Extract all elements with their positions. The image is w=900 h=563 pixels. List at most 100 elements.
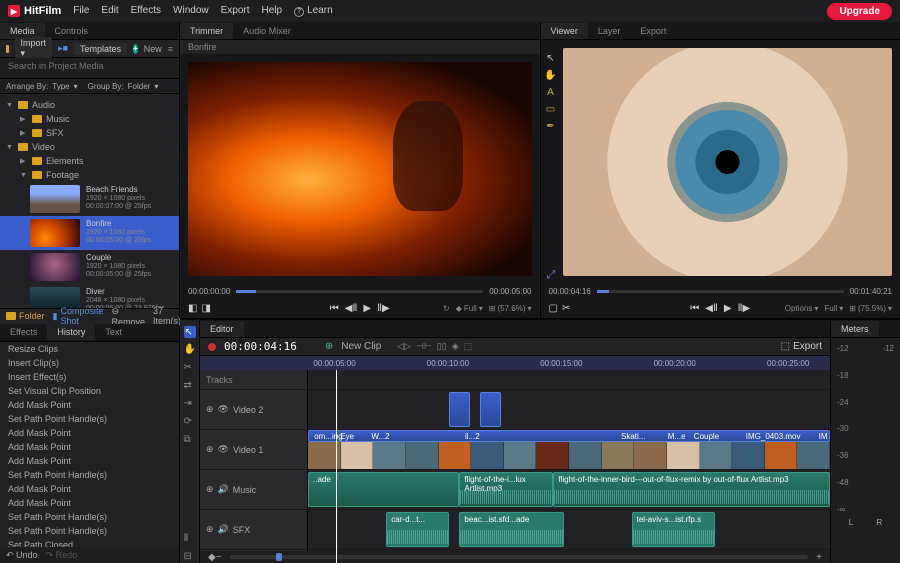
tab-audiomixer[interactable]: Audio Mixer	[233, 23, 301, 39]
in-point-icon[interactable]: ◧	[188, 303, 197, 314]
history-item[interactable]: Set Path Point Handle(s)	[0, 412, 179, 426]
tab-export-viewer[interactable]: Export	[630, 23, 676, 39]
trimmer-preview[interactable]	[188, 62, 532, 276]
redo-button[interactable]: ↷ Redo	[46, 550, 78, 561]
hand-tool-icon[interactable]: ✋	[184, 344, 196, 356]
group-value[interactable]: Folder	[128, 82, 151, 91]
tree-footage[interactable]: ▼Footage	[0, 168, 179, 182]
menu-learn[interactable]: ?Learn	[294, 5, 333, 17]
out-point-icon[interactable]: ◨	[201, 303, 210, 314]
text-tool-icon[interactable]: A	[545, 86, 557, 98]
new-button[interactable]: New	[144, 44, 162, 54]
add-icon[interactable]: ⊕	[325, 341, 333, 352]
options-dropdown[interactable]: Options ▾	[785, 304, 819, 313]
zoom-slider[interactable]	[230, 555, 809, 559]
tree-sfx[interactable]: ▶SFX	[0, 126, 179, 140]
play-button[interactable]: ▶	[724, 303, 732, 314]
tool-icon[interactable]: ◈	[452, 341, 459, 352]
tab-viewer[interactable]: Viewer	[541, 23, 588, 39]
hand-tool-icon[interactable]: ✋	[545, 69, 557, 81]
tool-icon[interactable]: ⊣⊢	[416, 341, 432, 352]
search-input[interactable]	[8, 61, 171, 71]
menu-effects[interactable]: Effects	[131, 5, 161, 17]
step-back-button[interactable]: ◀Ⅱ	[705, 303, 718, 314]
menu-window[interactable]: Window	[173, 5, 209, 17]
zoom-dropdown[interactable]: ⊞ (75.5%) ▾	[849, 304, 892, 313]
timeline-sfx-clip[interactable]: beac...ist.sfd...ade	[459, 512, 563, 547]
timeline-clip[interactable]	[449, 392, 470, 427]
track-video2[interactable]: ⊕👁Video 2	[200, 390, 830, 430]
tab-trimmer[interactable]: Trimmer	[180, 23, 233, 39]
tab-editor[interactable]: Editor	[200, 321, 244, 337]
snap-tool-icon[interactable]: ⧉	[184, 434, 196, 446]
history-item[interactable]: Set Path Closed	[0, 538, 179, 548]
history-item[interactable]: Add Mask Point	[0, 426, 179, 440]
tree-video[interactable]: ▼Video	[0, 140, 179, 154]
tool-icon[interactable]: ◁▷	[397, 341, 411, 352]
timeline-sfx-clip[interactable]: tel-aviv-s...ist.rfp.s	[632, 512, 716, 547]
history-item[interactable]: Insert Clip(s)	[0, 356, 179, 370]
timeline-audio-clip[interactable]: ..ade	[308, 472, 459, 507]
step-fwd-button[interactable]: Ⅱ▶	[738, 303, 751, 314]
timeline-ruler[interactable]: 00:00:05:00 00:00:10:00 00:00:15:00 00:0…	[200, 356, 830, 370]
tool-icon[interactable]: ⬚	[464, 341, 473, 352]
timeline-clip-strip[interactable]: om...ing Eye W...2 il...2 Skati... M...e…	[308, 430, 830, 442]
history-item[interactable]: Resize Clips	[0, 342, 179, 356]
history-item[interactable]: Add Mask Point	[0, 496, 179, 510]
menu-help[interactable]: Help	[262, 5, 283, 17]
zoom-out-icon[interactable]: ⊟	[184, 551, 196, 563]
undo-button[interactable]: ↶ Undo	[6, 550, 38, 561]
track-sfx[interactable]: ⊕🔊SFX car-d...t... beac...ist.sfd...ade …	[200, 510, 830, 550]
import-button[interactable]: Import ▾	[15, 37, 53, 60]
arrange-value[interactable]: Type	[52, 82, 69, 91]
zoom-dropdown[interactable]: ⊞ (57.6%) ▾	[489, 304, 532, 313]
clip-couple[interactable]: Couple1920 × 1080 pixels00:00:05:00 @ 25…	[0, 250, 179, 284]
tree-elements[interactable]: ▶Elements	[0, 154, 179, 168]
loop-icon[interactable]: ↻	[443, 304, 450, 313]
mask-icon[interactable]: ▢	[549, 303, 558, 314]
view-list-icon[interactable]: ≡	[168, 44, 173, 54]
pause-icon[interactable]: Ⅱ	[184, 533, 196, 545]
rate-tool-icon[interactable]: ⟳	[184, 416, 196, 428]
history-item[interactable]: Add Mask Point	[0, 454, 179, 468]
track-video1[interactable]: ⊕👁Video 1 om...ing Eye W...2 il...2 Skat…	[200, 430, 830, 470]
quality-dropdown[interactable]: Full ▾	[824, 304, 843, 313]
clip-diver[interactable]: Diver2048 × 1080 pixels00:00:06:00 @ 23.…	[0, 284, 179, 308]
history-item[interactable]: Add Mask Point	[0, 482, 179, 496]
play-button[interactable]: ▶	[363, 303, 371, 314]
prev-frame-button[interactable]: ⏮	[330, 303, 339, 314]
timeline-audio-clip[interactable]: flight-of-the-inner-bird---out-of-flux-r…	[553, 472, 830, 507]
trimmer-scrub-track[interactable]	[236, 290, 483, 293]
pen-tool-icon[interactable]: ✒	[545, 120, 557, 132]
history-item[interactable]: Set Path Point Handle(s)	[0, 510, 179, 524]
new-folder-button[interactable]: Folder	[6, 311, 45, 321]
quality-dropdown[interactable]: ◆ Full ▾	[456, 304, 483, 313]
history-item[interactable]: Insert Effect(s)	[0, 370, 179, 384]
clip-bonfire[interactable]: Bonfire1920 × 1080 pixels00:00:05:00 @ 2…	[0, 216, 179, 250]
track-music[interactable]: ⊕🔊Music ..ade flight-of-the-i...lux Artl…	[200, 470, 830, 510]
timeline-clip[interactable]	[480, 392, 501, 427]
slip-tool-icon[interactable]: ⇄	[184, 380, 196, 392]
tab-controls[interactable]: Controls	[45, 23, 99, 39]
snap-icon[interactable]: ◆	[208, 552, 216, 563]
tree-audio[interactable]: ▼Audio	[0, 98, 179, 112]
zoom-in-btn[interactable]: +	[816, 552, 822, 563]
rect-tool-icon[interactable]: ▭	[545, 103, 557, 115]
menu-file[interactable]: File	[73, 5, 89, 17]
tab-text[interactable]: Text	[95, 324, 132, 340]
expand-icon[interactable]: ⤢	[547, 269, 556, 282]
editor-timecode[interactable]: 00:00:04:16	[224, 340, 297, 353]
templates-button[interactable]: Templates	[74, 43, 127, 55]
crop-icon[interactable]: ✂	[562, 303, 570, 314]
tab-effects[interactable]: Effects	[0, 324, 47, 340]
history-item[interactable]: Set Visual Clip Position	[0, 384, 179, 398]
menu-export[interactable]: Export	[221, 5, 250, 17]
tree-music[interactable]: ▶Music	[0, 112, 179, 126]
prev-frame-button[interactable]: ⏮	[690, 303, 699, 314]
editor-export-button[interactable]: ⬚ Export	[781, 341, 822, 352]
history-item[interactable]: Add Mask Point	[0, 440, 179, 454]
zoom-out-btn[interactable]: −	[216, 552, 222, 563]
upgrade-button[interactable]: Upgrade	[827, 3, 892, 20]
tab-history[interactable]: History	[47, 324, 95, 340]
pointer-tool-icon[interactable]: ↖	[545, 52, 557, 64]
